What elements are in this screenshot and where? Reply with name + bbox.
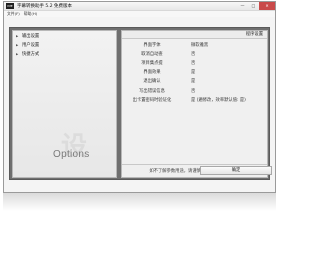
menu-bar: 文件(F) 帮助(H) <box>4 11 275 17</box>
app-icon: IME <box>6 3 14 9</box>
title-bar[interactable]: IME 字幕转换助手 5.2 免费版本 — □ ✕ <box>4 2 275 11</box>
window-title: 字幕转换助手 5.2 免费版本 <box>17 4 73 9</box>
setting-label: 写出错误信息 <box>139 88 165 94</box>
content-area: ▶ 输出设置 ▶ 用户设置 ▶ 快捷方式 设 Options 程序设置 界面字体… <box>9 27 270 180</box>
maximize-button[interactable]: □ <box>248 2 259 10</box>
menu-file[interactable]: 文件(F) <box>7 11 20 17</box>
setting-row[interactable]: 界面效果 是 <box>122 68 267 77</box>
setting-value[interactable]: 否 <box>191 51 195 57</box>
setting-row[interactable]: 写出错误信息 否 <box>122 86 267 95</box>
main-window: IME 字幕转换助手 5.2 免费版本 — □ ✕ 文件(F) 帮助(H) ▶ … <box>3 1 276 193</box>
minimize-button[interactable]: — <box>237 2 248 10</box>
expand-arrow-icon: ▶ <box>16 42 19 47</box>
setting-label: 退出确认 <box>143 79 161 85</box>
setting-label: 取消自动查 <box>141 51 163 57</box>
tree-item-label: 用户设置 <box>22 42 40 48</box>
panel-title: 程序设置 <box>122 31 267 39</box>
window-controls: — □ ✕ <box>237 2 275 10</box>
setting-row[interactable]: 出卡置密码时验证化 是 (遍修改，效率默认值: 是) <box>122 95 267 104</box>
setting-value[interactable]: 否 <box>191 88 195 94</box>
settings-table: 界面字体 微软雅黑 取消自动查 否 项目集点提 否 界面效果 是 退出确认 是 … <box>122 40 267 104</box>
setting-row[interactable]: 退出确认 是 <box>122 77 267 86</box>
expand-arrow-icon: ▶ <box>16 51 19 56</box>
setting-row[interactable]: 取消自动查 否 <box>122 49 267 58</box>
setting-value[interactable]: 否 <box>191 60 195 66</box>
window-reflection <box>3 193 276 211</box>
tree-item-output[interactable]: ▶ 输出设置 <box>13 31 116 40</box>
tree-item-user[interactable]: ▶ 用户设置 <box>13 40 116 49</box>
setting-value[interactable]: 是 <box>191 69 195 75</box>
setting-value[interactable]: 微软雅黑 <box>191 42 208 48</box>
setting-label: 出卡置密码时验证化 <box>132 97 172 103</box>
options-watermark: Options <box>53 149 90 160</box>
tree-item-label: 输出设置 <box>22 33 40 39</box>
setting-label: 项目集点提 <box>141 60 163 66</box>
tree-item-shortcuts[interactable]: ▶ 快捷方式 <box>13 49 116 58</box>
ok-button[interactable]: 确定 <box>200 166 272 175</box>
settings-panel: 程序设置 界面字体 微软雅黑 取消自动查 否 项目集点提 否 界面效果 是 退出… <box>121 30 268 178</box>
setting-label: 界面字体 <box>143 42 161 48</box>
setting-value[interactable]: 是 <box>191 78 195 84</box>
expand-arrow-icon: ▶ <box>16 33 19 38</box>
setting-label: 界面效果 <box>143 70 161 76</box>
setting-row[interactable]: 项目集点提 否 <box>122 58 267 67</box>
close-button[interactable]: ✕ <box>259 2 275 10</box>
setting-value[interactable]: 是 (遍修改，效率默认值: 是) <box>191 97 246 103</box>
tree-item-label: 快捷方式 <box>22 51 40 57</box>
setting-row[interactable]: 界面字体 微软雅黑 <box>122 40 267 49</box>
menu-help[interactable]: 帮助(H) <box>24 11 37 17</box>
